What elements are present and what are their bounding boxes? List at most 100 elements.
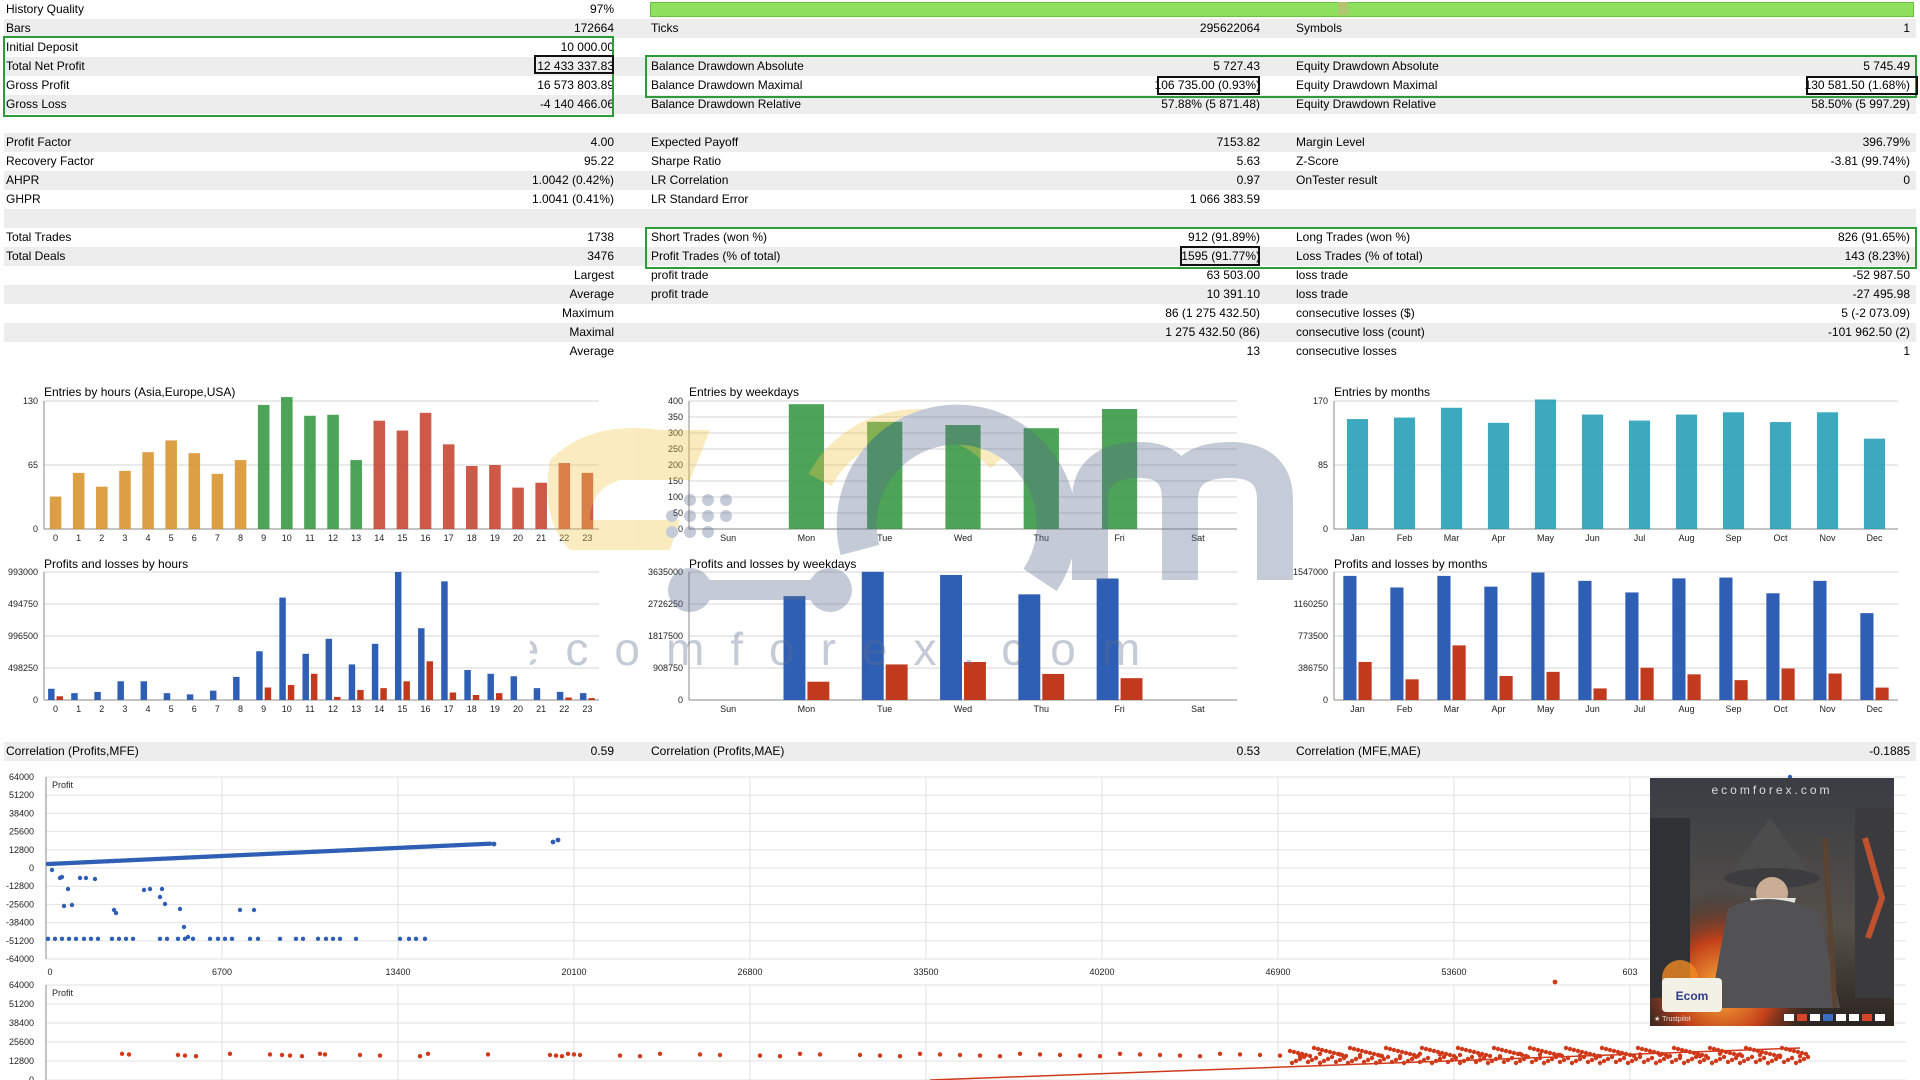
x-tick-label: 46900 xyxy=(1265,967,1290,977)
scatter-point xyxy=(177,906,183,912)
scatter-point xyxy=(1739,1053,1745,1059)
scatter-point xyxy=(1363,1049,1369,1055)
y-axis-label: Profit xyxy=(52,988,74,998)
scatter-point xyxy=(937,1052,943,1057)
scatter-point xyxy=(1287,1048,1293,1054)
y-tick-label: -64000 xyxy=(6,954,34,964)
scatter-point xyxy=(1319,1047,1325,1053)
scatter-point xyxy=(1425,1055,1431,1061)
scatter-point xyxy=(1357,1054,1363,1060)
scatter-point xyxy=(1367,1050,1373,1056)
scatter-point xyxy=(1641,1059,1647,1065)
scatter-point xyxy=(247,936,253,941)
x-tick-label: 26800 xyxy=(737,967,762,977)
scatter-point xyxy=(1725,1059,1731,1065)
scatter-point xyxy=(777,1054,783,1059)
scatter-point xyxy=(957,1052,963,1058)
scatter-point xyxy=(485,1052,491,1057)
scatter-point xyxy=(1535,1047,1541,1053)
scatter-point xyxy=(92,876,98,882)
scatter-point xyxy=(1333,1059,1339,1065)
scatter-point xyxy=(1443,1051,1449,1057)
scatter-point xyxy=(1381,1056,1387,1062)
scatter-point xyxy=(157,936,163,941)
scatter-point xyxy=(1527,1045,1533,1051)
scatter-point xyxy=(897,1054,903,1059)
scatter-point xyxy=(1495,1046,1501,1052)
scatter-point xyxy=(1513,1060,1519,1066)
scatter-point xyxy=(1791,1048,1797,1054)
scatter-point xyxy=(357,1052,363,1058)
scatter-point xyxy=(317,1051,323,1057)
scatter-point xyxy=(1485,1060,1491,1066)
y-tick-label: -12800 xyxy=(6,881,34,891)
scatter-point xyxy=(1539,1048,1545,1054)
scatter-point xyxy=(1467,1048,1473,1054)
scatter-point xyxy=(130,936,136,941)
scatter-point xyxy=(1403,1050,1409,1056)
scatter-point xyxy=(1343,1053,1349,1059)
scatter-point xyxy=(559,1054,565,1059)
scatter-point xyxy=(1757,1057,1763,1063)
scatter-point xyxy=(1137,1052,1143,1057)
scatter-point xyxy=(1457,1060,1463,1066)
scatter-point xyxy=(1763,1050,1769,1056)
scatter-point xyxy=(1717,1056,1723,1062)
scatter-point xyxy=(1557,1059,1563,1065)
scatter-point xyxy=(1531,1046,1537,1052)
scatter-point xyxy=(215,936,221,941)
scatter-point xyxy=(1353,1056,1359,1062)
scatter-point xyxy=(1077,1053,1083,1058)
scatter-point xyxy=(229,936,235,941)
scatter-point xyxy=(267,1052,273,1057)
scatter-point xyxy=(1731,1051,1737,1057)
scatter-point xyxy=(1479,1051,1485,1057)
scatter-point xyxy=(571,1052,577,1057)
scatter-point xyxy=(1749,1054,1755,1060)
scatter-point xyxy=(1597,1060,1603,1066)
scatter-point xyxy=(1579,1049,1585,1055)
scatter-point xyxy=(1375,1052,1381,1058)
scatter-point xyxy=(413,936,419,941)
y-tick-label: 25600 xyxy=(9,1037,34,1047)
x-tick-label: 33500 xyxy=(913,967,938,977)
scatter-point xyxy=(116,936,122,941)
scatter-point xyxy=(1629,1058,1635,1064)
promo-image: Ecom ecomforex.com ★ Trustpilot xyxy=(1650,778,1894,1026)
scatter-point xyxy=(162,901,168,907)
scatter-point xyxy=(255,936,261,941)
scatter-point xyxy=(175,1052,181,1058)
scatter-point xyxy=(182,936,188,941)
x-tick-label: 53600 xyxy=(1441,967,1466,977)
scatter-point xyxy=(1769,1058,1775,1064)
y-tick-label: 64000 xyxy=(9,772,34,782)
x-tick-label: 603 xyxy=(1622,967,1637,977)
scatter-point xyxy=(1569,1060,1575,1066)
y-tick-label: 12800 xyxy=(9,1056,34,1066)
scatter-charts: 64000 51200 38400 25600 12800 0 -12800 -25600 -3… xyxy=(6,772,1906,1080)
scatter-point xyxy=(1331,1050,1337,1056)
scatter-point xyxy=(287,1053,293,1058)
scatter-point xyxy=(1317,1060,1323,1066)
scatter-point xyxy=(1563,1045,1569,1051)
scatter-point xyxy=(337,936,343,941)
scatter-point xyxy=(1037,1052,1043,1057)
scatter-point xyxy=(1057,1052,1063,1058)
scatter-point xyxy=(182,1053,188,1058)
scatter-point xyxy=(1653,1060,1659,1066)
scatter-point xyxy=(1585,1059,1591,1065)
scatter-point xyxy=(95,936,101,941)
scatter-point xyxy=(617,1053,623,1058)
scatter-point xyxy=(1391,1047,1397,1053)
scatter-point xyxy=(1633,1056,1639,1062)
scatter-point xyxy=(1689,1056,1695,1062)
scatter-point xyxy=(1617,1057,1623,1063)
scatter-point xyxy=(181,924,187,930)
scatter-point xyxy=(1297,1056,1303,1062)
scatter-point xyxy=(697,1052,703,1057)
scatter-point xyxy=(1589,1057,1595,1063)
scatter-point xyxy=(237,907,243,913)
scatter-point xyxy=(637,1054,643,1059)
scatter-point xyxy=(1475,1050,1481,1056)
scatter-point xyxy=(1317,1051,1323,1057)
